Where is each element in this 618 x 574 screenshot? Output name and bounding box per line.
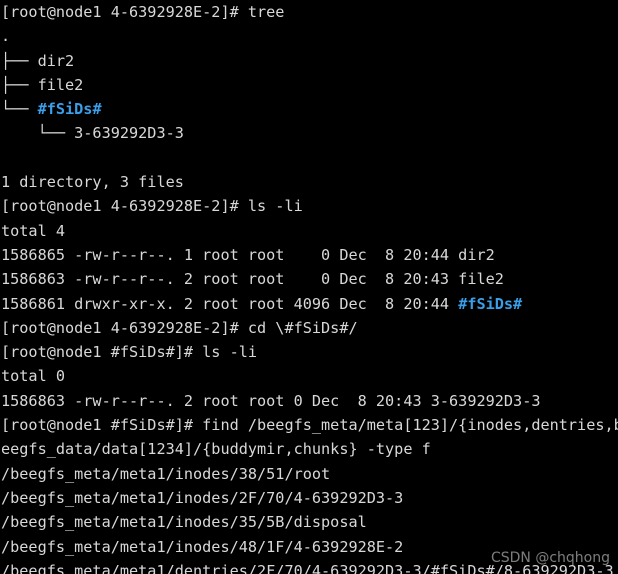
directory-name-highlight: #fSiDs# bbox=[458, 294, 523, 313]
terminal-line-ls1-row-dir2: 1586865 -rw-r--r--. 1 root root 0 Dec 8 … bbox=[1, 245, 495, 264]
terminal-line-tree-dir2: ├── dir2 bbox=[1, 51, 75, 70]
terminal-line-cmd-tree: [root@node1 4-6392928E-2]# tree bbox=[1, 3, 285, 21]
terminal-line-cmd-find-part1: [root@node1 #fSiDs#]# find /beegfs_meta/… bbox=[1, 416, 618, 435]
terminal-screen[interactable]: [root@node1 4-6392928E-2]# tree. ├── dir2… bbox=[1, 0, 618, 574]
terminal-line-out-3: /beegfs_meta/meta1/inodes/35/5B/disposal bbox=[1, 513, 367, 532]
line-text: └── bbox=[1, 100, 38, 119]
terminal-line-tree-file2: ├── file2 bbox=[1, 75, 84, 94]
terminal-line-ls1-row-file2: 1586863 -rw-r--r--. 2 root root 0 Dec 8 … bbox=[1, 270, 504, 289]
terminal-line-blank-1 bbox=[1, 146, 618, 170]
terminal-line-cmd-ls-li-2: [root@node1 #fSiDs#]# ls -li bbox=[1, 343, 258, 362]
terminal-line-ls2-total: total 0 bbox=[1, 367, 66, 386]
terminal-line-cmd-find-part2: eegfs_data/data[1234]/{buddymir,chunks} … bbox=[1, 440, 431, 459]
terminal-line-tree-summary: 1 directory, 3 files bbox=[1, 173, 184, 192]
directory-name-highlight: #fSiDs# bbox=[37, 100, 102, 119]
line-text: 1586861 drwxr-xr-x. 2 root root 4096 Dec… bbox=[1, 294, 459, 313]
terminal-line-out-5: /beegfs_meta/meta1/dentries/2F/70/4-6392… bbox=[1, 561, 614, 574]
terminal-line-cmd-cd: [root@node1 4-6392928E-2]# cd \#fSiDs#/ bbox=[1, 318, 358, 337]
terminal-line-ls1-row-fsids: 1586861 drwxr-xr-x. 2 root root 4096 Dec… bbox=[1, 292, 618, 316]
terminal-line-out-2: /beegfs_meta/meta1/inodes/2F/70/4-639292… bbox=[1, 488, 404, 507]
terminal-line-cmd-ls-li-1: [root@node1 4-6392928E-2]# ls -li bbox=[1, 197, 303, 216]
terminal-line-tree-root: . bbox=[1, 27, 11, 46]
terminal-line-tree-child: └── 3-639292D3-3 bbox=[1, 124, 184, 143]
terminal-line-out-4: /beegfs_meta/meta1/inodes/48/1F/4-639292… bbox=[1, 537, 404, 556]
terminal-window[interactable]: [root@node1 4-6392928E-2]# tree. ├── dir2… bbox=[0, 0, 618, 574]
terminal-line-tree-fsids-pre: └── #fSiDs# bbox=[1, 97, 618, 121]
terminal-line-ls1-total: total 4 bbox=[1, 221, 66, 240]
terminal-line-out-1: /beegfs_meta/meta1/inodes/38/51/root bbox=[1, 464, 331, 483]
terminal-line-ls2-row: 1586863 -rw-r--r--. 2 root root 0 Dec 8 … bbox=[1, 391, 541, 410]
